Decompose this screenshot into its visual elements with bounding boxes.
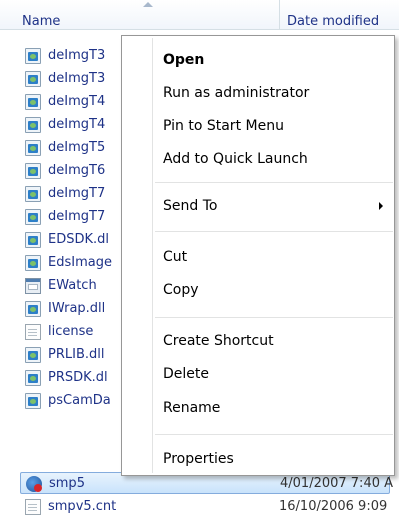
dll-icon xyxy=(25,140,41,156)
file-name: smp5 xyxy=(49,476,85,491)
dll-icon xyxy=(25,347,41,363)
file-date: 4/01/2007 7:40 A xyxy=(280,476,394,491)
date-modified-column-header[interactable]: Date modified xyxy=(281,0,399,30)
dll-icon xyxy=(25,117,41,133)
dll-icon xyxy=(25,209,41,225)
menu-separator xyxy=(155,317,393,318)
dll-icon xyxy=(25,393,41,409)
dll-icon xyxy=(25,94,41,110)
menu-item-send-to[interactable]: Send To xyxy=(163,198,217,214)
dll-icon xyxy=(25,232,41,248)
file-name: license xyxy=(48,324,94,339)
app-icon xyxy=(25,278,41,294)
file-name: IWrap.dll xyxy=(48,301,106,316)
file-name: deImgT3 xyxy=(48,71,106,86)
file-date: 16/10/2006 9:09 xyxy=(279,499,388,514)
dll-icon xyxy=(25,48,41,64)
menu-item-copy[interactable]: Copy xyxy=(163,282,199,298)
menu-gutter-divider xyxy=(152,38,153,473)
name-column-label: Name xyxy=(22,14,61,29)
file-row[interactable]: smpv5.cnt 16/10/2006 9:09 xyxy=(20,496,390,518)
menu-item-delete[interactable]: Delete xyxy=(163,366,209,382)
menu-item-create-shortcut[interactable]: Create Shortcut xyxy=(163,333,274,349)
menu-item-pin-to-start-menu[interactable]: Pin to Start Menu xyxy=(163,118,284,134)
menu-separator xyxy=(155,182,393,183)
menu-separator xyxy=(155,231,393,232)
menu-item-properties[interactable]: Properties xyxy=(163,451,234,467)
dll-icon xyxy=(25,186,41,202)
dll-icon xyxy=(25,163,41,179)
file-name: deImgT4 xyxy=(48,94,106,109)
dll-icon xyxy=(25,255,41,271)
text-file-icon xyxy=(25,324,41,340)
dll-icon xyxy=(25,370,41,386)
menu-item-rename[interactable]: Rename xyxy=(163,400,220,416)
file-name: PRSDK.dl xyxy=(48,370,108,385)
file-name: EDSDK.dl xyxy=(48,232,110,247)
column-header-bar: Name Date modified xyxy=(0,0,399,30)
file-name: EdsImage xyxy=(48,255,112,270)
name-column-header[interactable]: Name xyxy=(0,0,280,30)
dll-icon xyxy=(25,301,41,317)
file-name: smpv5.cnt xyxy=(48,499,117,514)
file-name: deImgT7 xyxy=(48,186,106,201)
menu-item-open[interactable]: Open xyxy=(163,52,204,68)
file-name: EWatch xyxy=(48,278,97,293)
menu-item-run-as-administrator[interactable]: Run as administrator xyxy=(163,85,309,101)
dll-icon xyxy=(25,71,41,87)
context-menu: Open Run as administrator Pin to Start M… xyxy=(121,35,395,476)
smp-app-icon xyxy=(26,476,42,492)
file-name: deImgT5 xyxy=(48,140,106,155)
menu-separator xyxy=(155,434,393,435)
file-name: deImgT4 xyxy=(48,117,106,132)
date-modified-column-label: Date modified xyxy=(287,14,380,29)
file-name: psCamDa xyxy=(48,393,111,408)
file-name: deImgT7 xyxy=(48,209,106,224)
file-name: deImgT3 xyxy=(48,48,106,63)
file-name: PRLIB.dll xyxy=(48,347,105,362)
menu-item-add-to-quick-launch[interactable]: Add to Quick Launch xyxy=(163,151,308,167)
text-file-icon xyxy=(25,499,41,515)
sort-ascending-icon xyxy=(143,2,153,7)
file-name: deImgT6 xyxy=(48,163,106,178)
submenu-arrow-icon xyxy=(379,202,383,210)
menu-item-cut[interactable]: Cut xyxy=(163,249,187,265)
